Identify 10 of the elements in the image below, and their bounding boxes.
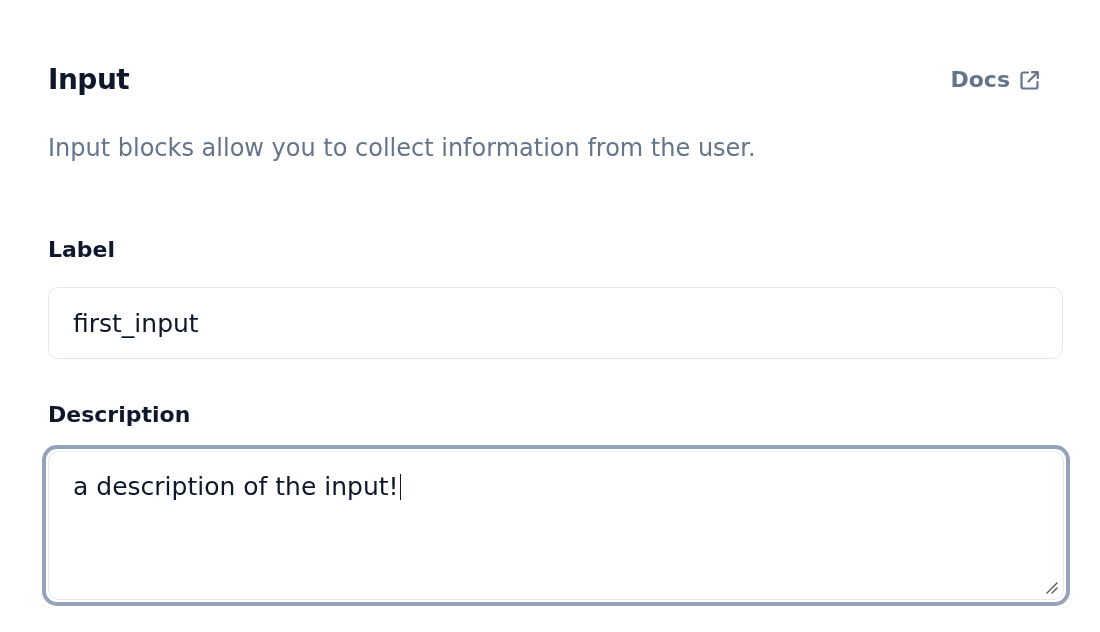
field-label: Description [48,401,192,429]
resize-handle-icon[interactable] [1046,582,1058,594]
block-description: Input blocks allow you to collect information from the user. [48,134,757,162]
block-title: Input [48,64,130,96]
label-input-field[interactable]: first_input [48,287,1063,359]
external-link-icon [1019,69,1040,91]
field-label: Label [48,236,117,264]
description-textarea[interactable]: a description of the input! [42,445,1070,606]
text-cursor-icon [399,474,402,500]
docs-link[interactable]: Docs [950,66,1040,94]
